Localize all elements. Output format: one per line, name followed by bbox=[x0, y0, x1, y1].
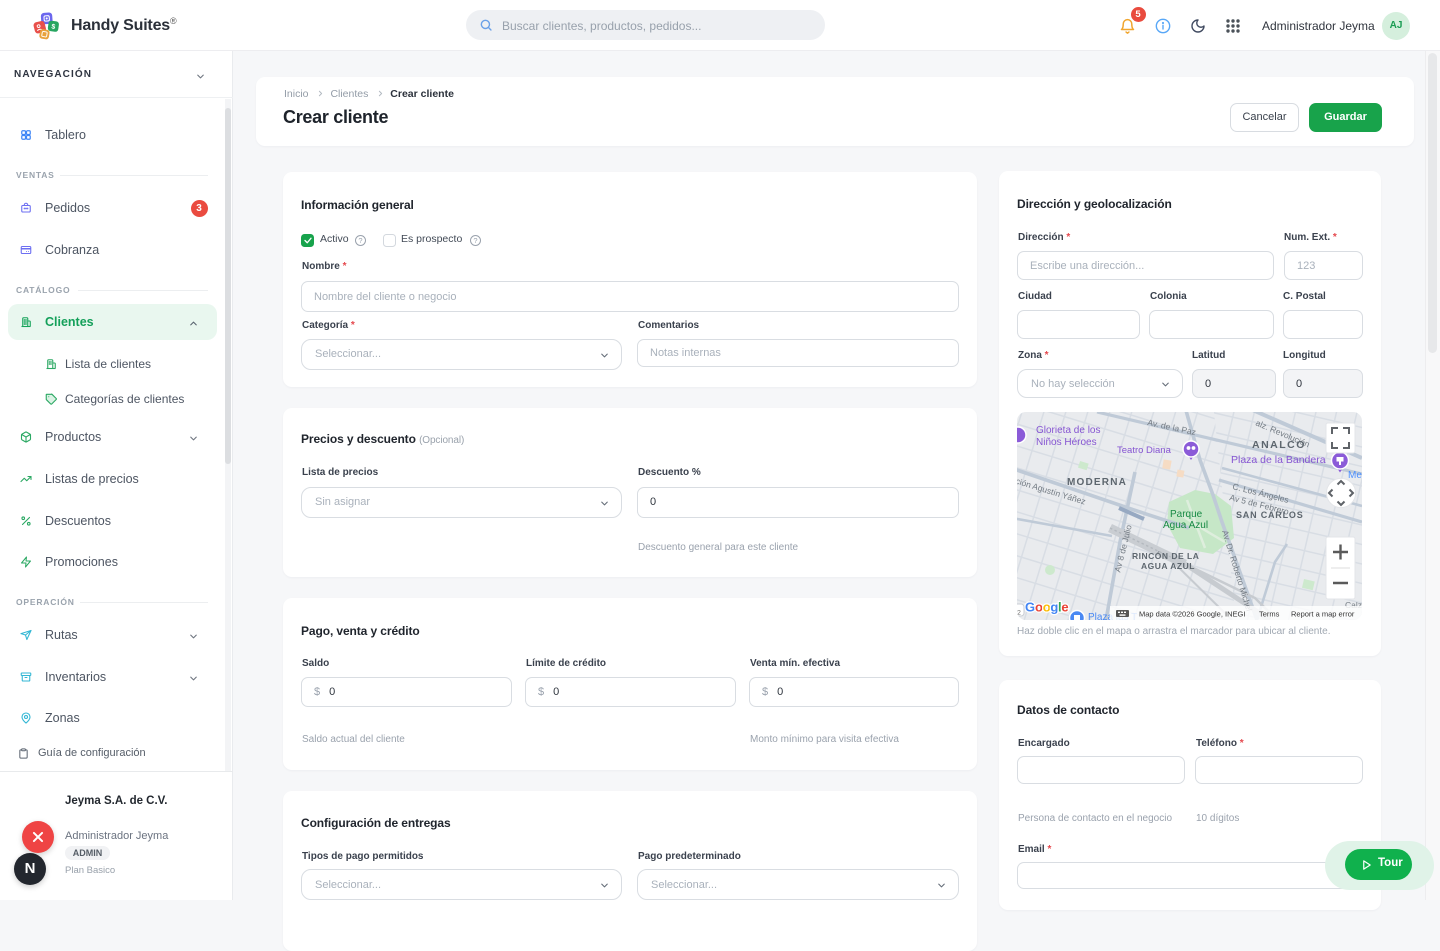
svg-text:SAN CARLOS: SAN CARLOS bbox=[1236, 510, 1304, 520]
svg-text:Parque: Parque bbox=[1170, 509, 1203, 520]
svg-text:2: 2 bbox=[1017, 610, 1021, 617]
svg-text:ANALCO: ANALCO bbox=[1252, 439, 1306, 451]
svg-text:Plaza de la Bandera: Plaza de la Bandera bbox=[1231, 454, 1326, 466]
svg-text:G: G bbox=[1025, 600, 1035, 615]
svg-text:Teatro Diana: Teatro Diana bbox=[1117, 445, 1172, 456]
svg-text:Glorieta de los: Glorieta de los bbox=[1036, 425, 1100, 436]
svg-text:Med: Med bbox=[1348, 470, 1362, 481]
svg-text:Niños Héroes: Niños Héroes bbox=[1036, 437, 1097, 448]
svg-text:Agua Azul: Agua Azul bbox=[1163, 520, 1208, 531]
svg-text:e: e bbox=[1061, 600, 1068, 615]
svg-text:Terms: Terms bbox=[1259, 610, 1280, 619]
svg-text:MODERNA: MODERNA bbox=[1067, 477, 1127, 488]
svg-text:RINCÓN DE LA: RINCÓN DE LA bbox=[1132, 550, 1199, 561]
svg-text:Report a map error: Report a map error bbox=[1291, 610, 1355, 619]
svg-text:Map data ©2026 Google, INEGI: Map data ©2026 Google, INEGI bbox=[1139, 610, 1245, 619]
svg-text:AGUA AZUL: AGUA AZUL bbox=[1141, 561, 1195, 571]
